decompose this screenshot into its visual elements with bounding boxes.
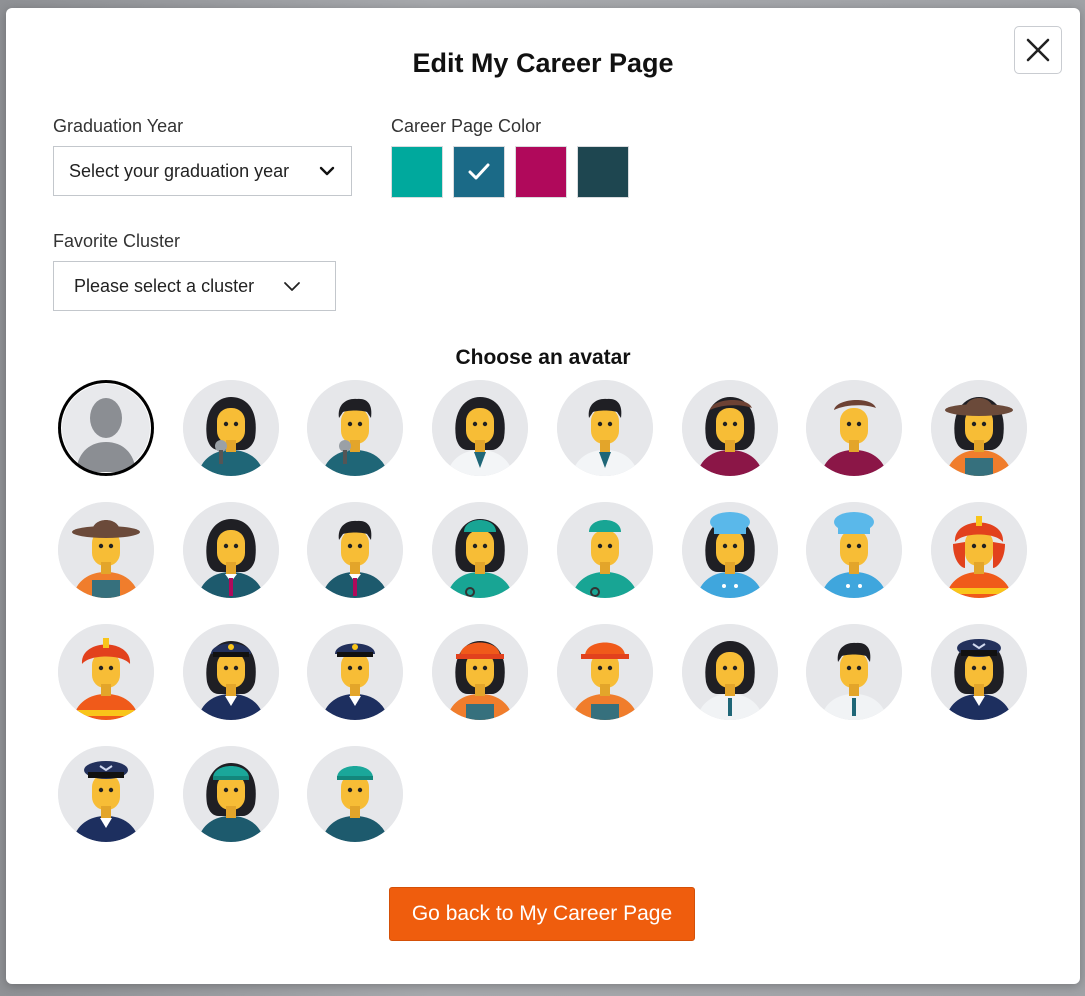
career-page-color-label: Career Page Color bbox=[391, 116, 542, 136]
chevron-down-icon bbox=[284, 282, 300, 291]
avatar-option-artist-female[interactable] bbox=[682, 380, 778, 476]
avatar-option-doctor-female[interactable] bbox=[432, 380, 528, 476]
avatar-option-chef-male[interactable] bbox=[806, 502, 902, 598]
avatar-option-chef-female[interactable] bbox=[682, 502, 778, 598]
color-swatch-dark-slate[interactable] bbox=[577, 146, 629, 198]
avatar-option-office-female[interactable] bbox=[682, 624, 778, 720]
avatar-option-firefighter-male[interactable] bbox=[58, 624, 154, 720]
avatar-option-farmer-male[interactable] bbox=[58, 502, 154, 598]
graduation-year-select[interactable]: Select your graduation year bbox=[53, 146, 352, 196]
avatar-option-default-silhouette[interactable] bbox=[58, 380, 154, 476]
go-back-to-career-page-button[interactable]: Go back to My Career Page bbox=[389, 887, 695, 941]
avatar-option-business-female[interactable] bbox=[183, 502, 279, 598]
graduation-year-label: Graduation Year bbox=[53, 116, 184, 136]
avatar-option-air-force-male[interactable] bbox=[58, 746, 154, 842]
avatar-option-surgeon-female[interactable] bbox=[432, 502, 528, 598]
favorite-cluster-label: Favorite Cluster bbox=[53, 231, 181, 251]
favorite-cluster-select[interactable]: Please select a cluster bbox=[53, 261, 336, 311]
avatar-option-reporter-female[interactable] bbox=[183, 380, 279, 476]
color-swatch-blue[interactable] bbox=[453, 146, 505, 198]
avatar-option-police-female[interactable] bbox=[183, 624, 279, 720]
choose-avatar-heading: Choose an avatar bbox=[455, 346, 631, 369]
avatar-option-artist-male[interactable] bbox=[806, 380, 902, 476]
avatar-option-business-male[interactable] bbox=[307, 502, 403, 598]
avatar-option-air-force-female[interactable] bbox=[931, 624, 1027, 720]
avatar-option-construction-male[interactable] bbox=[557, 624, 653, 720]
avatar-option-construction-female[interactable] bbox=[432, 624, 528, 720]
avatar-option-cap-female[interactable] bbox=[183, 746, 279, 842]
color-swatch-teal[interactable] bbox=[391, 146, 443, 198]
avatar-option-surgeon-male[interactable] bbox=[557, 502, 653, 598]
check-icon bbox=[468, 163, 490, 180]
dialog-title: Edit My Career Page bbox=[412, 48, 674, 78]
graduation-year-value: Select your graduation year bbox=[69, 160, 290, 181]
avatar-option-police-male[interactable] bbox=[307, 624, 403, 720]
avatar-option-office-male[interactable] bbox=[806, 624, 902, 720]
color-swatch-magenta[interactable] bbox=[515, 146, 567, 198]
avatar-option-cap-male[interactable] bbox=[307, 746, 403, 842]
avatar-option-firefighter-female[interactable] bbox=[931, 502, 1027, 598]
avatar-option-reporter-male[interactable] bbox=[307, 380, 403, 476]
avatar-option-doctor-male[interactable] bbox=[557, 380, 653, 476]
chevron-down-icon bbox=[319, 166, 335, 176]
edit-career-page-dialog: Edit My Career Page Graduation Year Sele… bbox=[6, 8, 1080, 984]
avatar-option-farmer-female[interactable] bbox=[931, 380, 1027, 476]
favorite-cluster-value: Please select a cluster bbox=[74, 275, 255, 296]
